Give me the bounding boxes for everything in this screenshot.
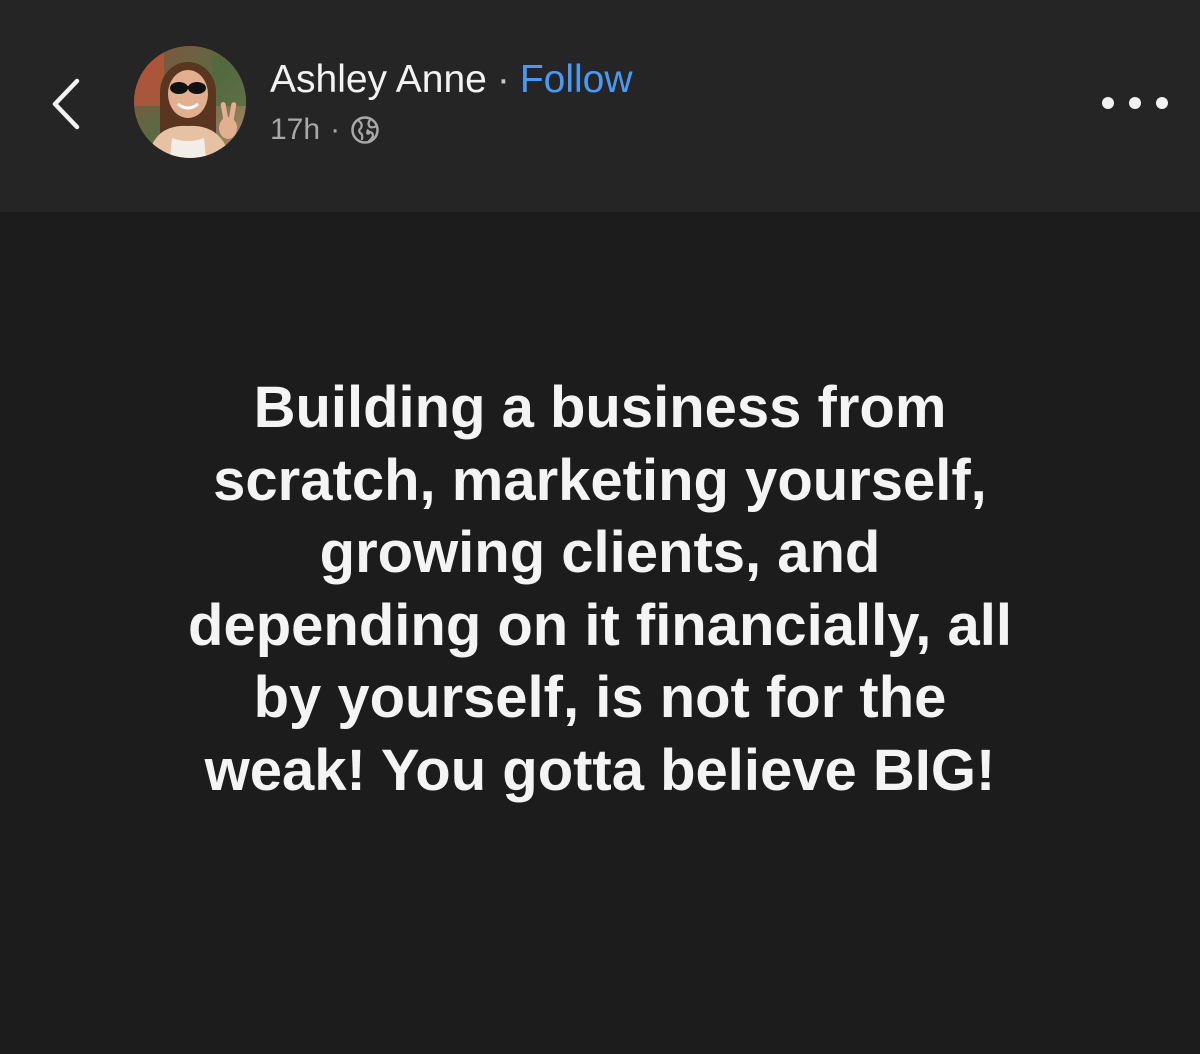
post-text: Building a business from scratch, market…	[60, 372, 1140, 807]
more-horizontal-icon	[1102, 97, 1114, 109]
avatar-image	[134, 46, 246, 158]
author-name[interactable]: Ashley Anne	[270, 58, 487, 102]
post-text-line: growing clients, and	[319, 520, 881, 585]
post-text-line: depending on it financially, all	[188, 592, 1012, 658]
back-button[interactable]	[38, 74, 94, 134]
more-options-button[interactable]	[1102, 86, 1168, 120]
post-view: Ashley Anne · Follow 17h · Building a bu…	[0, 0, 1200, 1054]
avatar[interactable]	[134, 46, 246, 158]
author-line: Ashley Anne · Follow	[270, 55, 633, 105]
post-content: Building a business from scratch, market…	[0, 212, 1200, 1054]
meta-separator-dot: ·	[330, 113, 341, 146]
chevron-left-icon	[52, 78, 80, 130]
post-text-line: weak! You gotta believe BIG!	[204, 737, 996, 803]
post-text-line: scratch, marketing yourself,	[213, 447, 987, 513]
post-text-line: by yourself, is not for the	[253, 665, 947, 730]
globe-icon	[350, 115, 380, 145]
timestamp[interactable]: 17h	[270, 113, 320, 147]
follow-button[interactable]: Follow	[520, 58, 633, 102]
post-text-line: Building a business from	[253, 375, 947, 440]
separator-dot: ·	[496, 58, 510, 101]
more-horizontal-icon-dot	[1129, 97, 1141, 109]
post-header: Ashley Anne · Follow 17h ·	[0, 0, 1200, 212]
post-meta: 17h ·	[270, 110, 380, 150]
more-horizontal-icon-dot	[1156, 97, 1168, 109]
